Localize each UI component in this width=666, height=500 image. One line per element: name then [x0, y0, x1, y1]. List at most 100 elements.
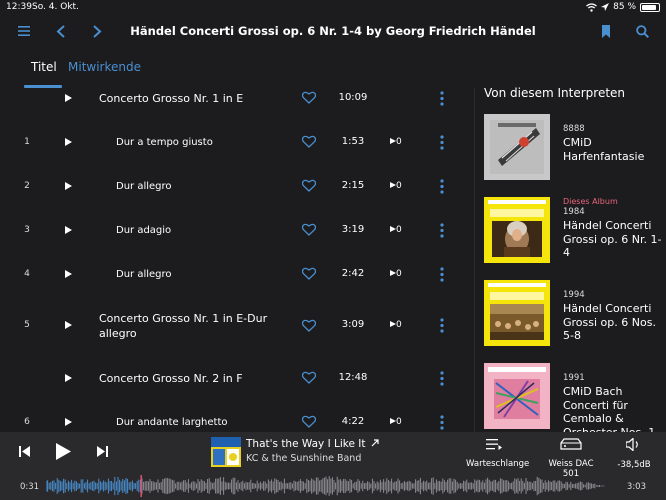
- work-title: Concerto Grosso Nr. 1 in E-Dur allegro: [99, 311, 267, 341]
- next-icon[interactable]: [97, 446, 108, 457]
- current-album-badge: Dieses Album: [563, 197, 618, 206]
- favorite-icon[interactable]: [302, 415, 316, 428]
- tab-mitwirkende[interactable]: Mitwirkende: [68, 60, 141, 74]
- track-title: Dur allegro: [116, 179, 172, 194]
- previous-icon[interactable]: [19, 446, 30, 457]
- play-track-icon[interactable]: [65, 270, 73, 278]
- track-duration: 1:53: [341, 136, 365, 147]
- tab-bar: Titel Mitwirkende: [0, 52, 474, 88]
- play-count: 0: [390, 417, 402, 427]
- album-name: CMiD Bach Concerti für Cembalo & Orchest…: [563, 385, 659, 432]
- track-number: 3: [24, 225, 30, 235]
- play-count: 0: [390, 225, 402, 235]
- work-row[interactable]: Concerto Grosso Nr. 1 in E 10:09: [0, 90, 474, 106]
- play-track-icon[interactable]: [65, 138, 73, 146]
- now-playing-cover[interactable]: [211, 437, 241, 467]
- bookmark-icon[interactable]: [597, 22, 615, 40]
- menu-icon[interactable]: [15, 22, 33, 40]
- track-row[interactable]: 6 Dur andante larghetto 4:22 0: [0, 414, 474, 430]
- sidebar-heading: Von diesem Interpreten: [484, 86, 626, 100]
- title-line: Concerto Grosso Nr. 1 in E-Dur: [99, 312, 268, 325]
- back-icon[interactable]: [52, 22, 70, 40]
- track-duration: 4:22: [341, 416, 365, 427]
- favorite-icon[interactable]: [302, 319, 316, 332]
- play-track-icon[interactable]: [65, 418, 73, 426]
- navigation-bar: Händel Concerti Grossi op. 6 Nr. 1-4 by …: [0, 16, 666, 46]
- more-options-icon[interactable]: [440, 179, 444, 194]
- play-count-value: 0: [396, 181, 402, 191]
- favorite-icon[interactable]: [302, 267, 316, 280]
- work-title: Concerto Grosso Nr. 2 in F: [99, 371, 243, 386]
- track-title: Dur allegro: [116, 267, 172, 282]
- track-duration: 10:09: [338, 92, 368, 103]
- output-device-button[interactable]: Weiss DAC 501: [541, 438, 601, 479]
- track-row[interactable]: 4 Dur allegro 2:42 0: [0, 266, 474, 282]
- work-row[interactable]: Concerto Grosso Nr. 2 in F 12:48: [0, 370, 474, 386]
- more-options-icon[interactable]: [440, 91, 444, 106]
- track-duration: 3:09: [341, 319, 365, 330]
- track-number: 6: [24, 417, 30, 427]
- more-options-icon[interactable]: [440, 135, 444, 150]
- work-title: Concerto Grosso Nr. 1 in E: [99, 91, 243, 106]
- album-cover: [484, 197, 550, 263]
- volume-label: -38,5dB: [617, 460, 651, 470]
- play-track-icon[interactable]: [65, 94, 73, 102]
- now-playing-artist[interactable]: KC & the Sunshine Band: [246, 453, 361, 464]
- more-options-icon[interactable]: [440, 267, 444, 282]
- artist-albums-panel: Von diesem Interpreten 8888 CMiD Harfenf…: [475, 80, 666, 432]
- title-line: Dur allegro: [116, 269, 172, 280]
- now-playing-title[interactable]: That's the Way I Like It: [246, 438, 379, 450]
- volume-button[interactable]: -38,5dB: [614, 437, 654, 470]
- favorite-icon[interactable]: [302, 135, 316, 148]
- status-indicators: 85 %: [586, 2, 660, 12]
- album-badge: [563, 363, 663, 373]
- play-track-icon[interactable]: [65, 182, 73, 190]
- track-number: 5: [24, 320, 30, 330]
- tab-titel[interactable]: Titel: [31, 60, 57, 74]
- page-title: Händel Concerti Grossi op. 6 Nr. 1-4 by …: [130, 24, 536, 38]
- album-cover: [484, 280, 550, 346]
- play-count: 0: [390, 181, 402, 191]
- work-row[interactable]: 5 Concerto Grosso Nr. 1 in E-Dur allegro 3:…: [0, 310, 474, 340]
- favorite-icon[interactable]: [302, 91, 316, 104]
- track-duration: 3:19: [341, 224, 365, 235]
- play-icon[interactable]: [56, 443, 71, 460]
- more-options-icon[interactable]: [440, 415, 444, 430]
- track-row[interactable]: 1 Dur a tempo giusto 1:53 0: [0, 134, 474, 150]
- title-line: Dur a tempo giusto: [116, 137, 213, 148]
- track-title: Dur a tempo giusto: [116, 135, 213, 150]
- title-line: Dur adagio: [116, 225, 172, 236]
- queue-icon: [486, 439, 502, 450]
- album-name: Händel Concerti Grossi op. 6 Nr. 1-4: [563, 219, 662, 259]
- favorite-icon[interactable]: [302, 223, 316, 236]
- more-options-icon[interactable]: [440, 371, 444, 386]
- play-track-icon[interactable]: [65, 374, 73, 382]
- favorite-icon[interactable]: [302, 179, 316, 192]
- waveform-progress-bar[interactable]: [46, 475, 606, 497]
- more-options-icon[interactable]: [440, 223, 444, 238]
- track-number: 2: [24, 181, 30, 191]
- favorite-icon[interactable]: [302, 371, 316, 384]
- queue-label: Warteschlange: [466, 459, 530, 469]
- track-duration: 2:15: [341, 180, 365, 191]
- play-count: 0: [390, 269, 402, 279]
- total-time: 3:03: [626, 482, 646, 492]
- album-year: 1991: [563, 373, 585, 383]
- track-row[interactable]: 3 Dur adagio 3:19 0: [0, 222, 474, 238]
- play-track-icon[interactable]: [65, 226, 73, 234]
- track-duration: 12:48: [338, 372, 368, 383]
- forward-icon[interactable]: [88, 22, 106, 40]
- play-track-icon[interactable]: [65, 321, 73, 329]
- track-row[interactable]: 2 Dur allegro 2:15 0: [0, 178, 474, 194]
- player-bar: That's the Way I Like It KC & the Sunshi…: [0, 432, 666, 500]
- elapsed-time: 0:31: [20, 482, 40, 492]
- search-icon[interactable]: [633, 22, 651, 40]
- album-year: 1984: [563, 207, 585, 217]
- more-options-icon[interactable]: [440, 318, 444, 333]
- queue-button[interactable]: Warteschlange: [466, 438, 530, 469]
- status-bar: 12:39 So. 4. Okt. 85 %: [0, 0, 666, 16]
- album-name: CMiD Harfenfantasie: [563, 136, 645, 163]
- track-title: Dur andante larghetto: [116, 415, 228, 430]
- play-count: 0: [390, 320, 402, 330]
- dac-device-icon: [560, 438, 582, 450]
